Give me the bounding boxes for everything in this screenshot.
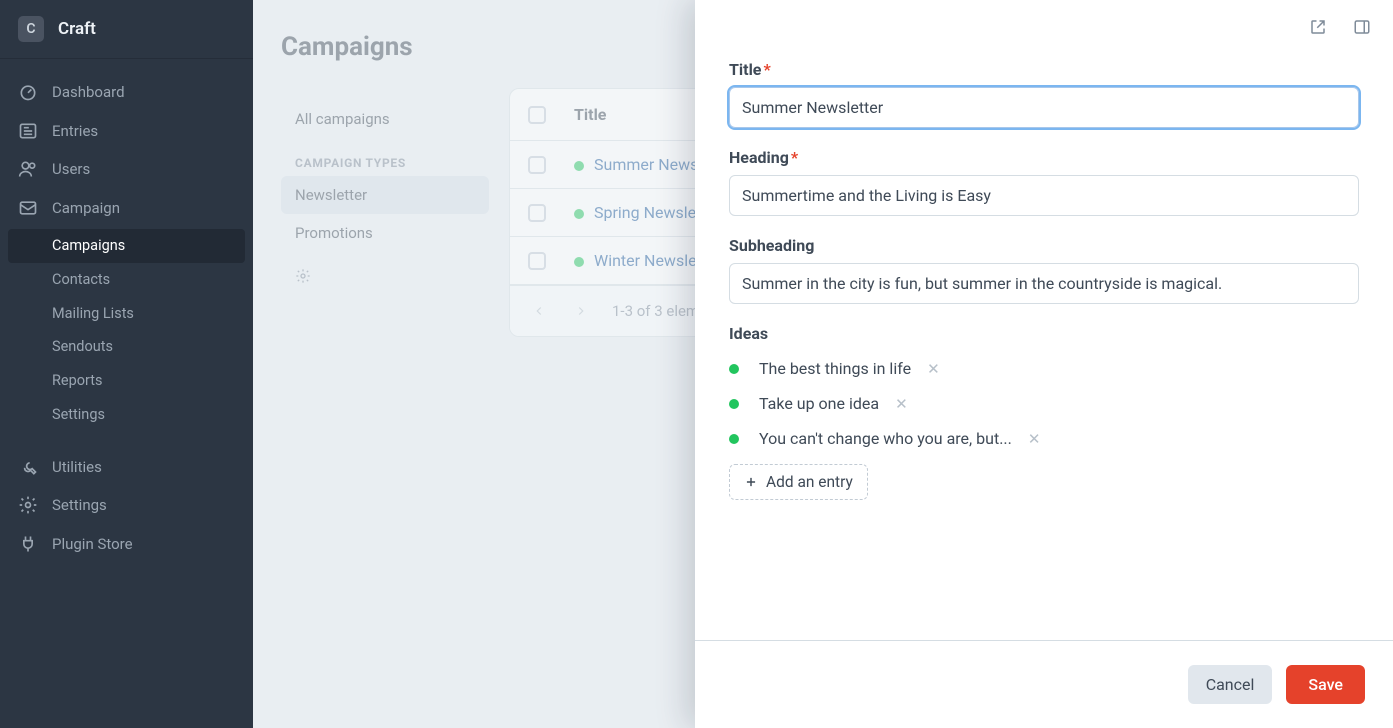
nav-settings[interactable]: Settings [0,486,253,525]
field-title: Title* [729,60,1359,128]
slideout-body: Title* Heading* Subheading Ideas The bes… [695,54,1393,640]
gear-icon [18,495,38,515]
slideout-footer: Cancel Save [695,640,1393,728]
toggle-sidebar-button[interactable] [1349,14,1375,40]
nav-dashboard[interactable]: Dashboard [0,73,253,112]
title-input[interactable] [729,87,1359,128]
envelope-icon [18,198,38,218]
title-label: Title* [729,60,1359,79]
newspaper-icon [18,121,38,141]
ideas-label: Ideas [729,324,1359,343]
edit-slideout: Title* Heading* Subheading Ideas The bes… [695,0,1393,728]
add-entry-button[interactable]: Add an entry [729,464,868,500]
save-button[interactable]: Save [1286,665,1365,704]
status-dot-icon [729,434,739,444]
required-indicator: * [791,148,798,167]
nav-plugin-store[interactable]: Plugin Store [0,525,253,564]
nav-sub-reports[interactable]: Reports [0,364,253,398]
nav-label: Users [52,158,90,181]
panel-right-icon [1353,18,1371,36]
remove-entry-button[interactable]: ✕ [1028,430,1041,448]
nav-entries[interactable]: Entries [0,112,253,151]
brand-name: Craft [58,19,96,39]
heading-label: Heading* [729,148,1359,167]
nav-utilities[interactable]: Utilities [0,448,253,487]
status-dot-icon [729,399,739,409]
subheading-input[interactable] [729,263,1359,304]
nav-sub-sendouts[interactable]: Sendouts [0,330,253,364]
nav-label: Plugin Store [52,533,133,556]
field-subheading: Subheading [729,236,1359,304]
idea-title: Take up one idea [759,394,879,413]
gauge-icon [18,82,38,102]
add-entry-label: Add an entry [766,473,853,491]
status-dot-icon [729,364,739,374]
external-link-icon [1309,18,1327,36]
field-ideas: Ideas The best things in life ✕ Take up … [729,324,1359,500]
nav-label: Entries [52,120,98,143]
field-heading: Heading* [729,148,1359,216]
nav-label: Campaign [52,197,120,220]
nav-sub-settings[interactable]: Settings [0,398,253,432]
wrench-icon [18,457,38,477]
nav-label: Dashboard [52,81,125,104]
nav-label: Utilities [52,456,102,479]
idea-title: The best things in life [759,359,911,378]
idea-entry[interactable]: The best things in life ✕ [729,351,1359,386]
heading-input[interactable] [729,175,1359,216]
remove-entry-button[interactable]: ✕ [927,360,940,378]
brand[interactable]: C Craft [0,0,253,59]
subheading-label: Subheading [729,236,1359,255]
idea-entry[interactable]: Take up one idea ✕ [729,386,1359,421]
nav-campaign-sub: Campaigns Contacts Mailing Lists Sendout… [0,227,253,434]
nav-campaign[interactable]: Campaign [0,189,253,228]
idea-title: You can't change who you are, but... [759,429,1012,448]
remove-entry-button[interactable]: ✕ [895,395,908,413]
nav-sub-campaigns[interactable]: Campaigns [8,229,245,263]
plus-icon [744,475,758,489]
nav-sub-mailing-lists[interactable]: Mailing Lists [0,297,253,331]
users-icon [18,159,38,179]
nav-users[interactable]: Users [0,150,253,189]
nav-label: Settings [52,494,107,517]
plug-icon [18,534,38,554]
open-new-tab-button[interactable] [1305,14,1331,40]
nav-sub-contacts[interactable]: Contacts [0,263,253,297]
cancel-button[interactable]: Cancel [1188,665,1273,704]
sidebar: C Craft Dashboard Entries Users Campaign… [0,0,253,728]
required-indicator: * [763,60,770,79]
idea-entry[interactable]: You can't change who you are, but... ✕ [729,421,1359,456]
brand-logo: C [18,16,44,42]
primary-nav: Dashboard Entries Users Campaign Campaig… [0,59,253,577]
slideout-header [695,0,1393,54]
